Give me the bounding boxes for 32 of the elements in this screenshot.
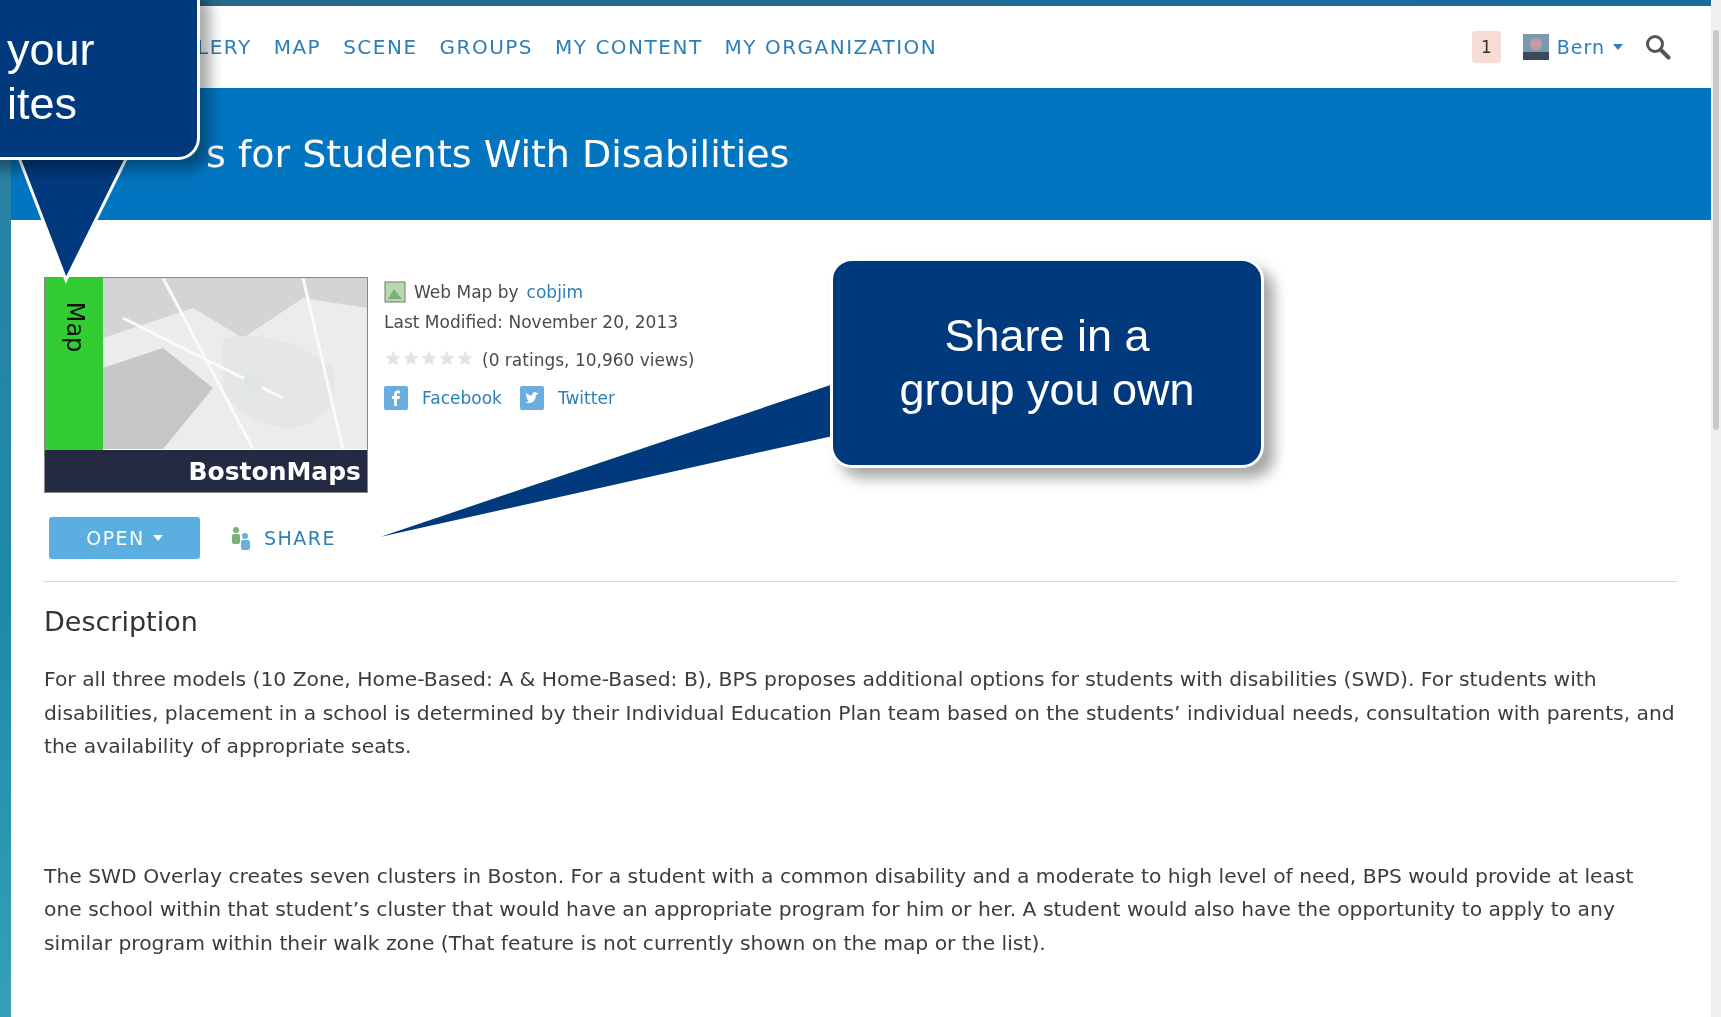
- user-menu[interactable]: Bern: [1522, 34, 1623, 60]
- owner-link[interactable]: cobjim: [526, 282, 584, 302]
- thumbnail-label: Map: [60, 301, 89, 353]
- rating-stats: (0 ratings, 10,960 views): [482, 350, 695, 370]
- modified-date: Last Modified: November 20, 2013: [384, 312, 680, 332]
- notification-badge[interactable]: 1: [1471, 31, 1501, 63]
- caret-icon: [1613, 44, 1623, 50]
- nav-link[interactable]: SCENE: [343, 35, 418, 59]
- description-paragraph: The SWD Overlay creates seven clusters in Boston. For a student with a common disability and a moderate to high level of need, BPS would provide at least one school within that student’s cluster that would have an appropriate program for him or her. A student would also have the opportunity to apply to any similar program within their walk zone (That feature is not currently shown on the map or the list).: [44, 862, 1635, 957]
- section-heading: Description: [44, 606, 199, 637]
- search-icon[interactable]: [1645, 34, 1671, 60]
- page-title: s for Students With Disabilities: [206, 132, 790, 176]
- callout-bubble: Share in a group you own: [830, 258, 1264, 468]
- nav-link[interactable]: GROUPS: [439, 35, 534, 59]
- caret-icon: [152, 535, 163, 541]
- nav-link[interactable]: MAP: [273, 35, 322, 59]
- thumbnail-caption: BostonMaps: [188, 456, 361, 486]
- share-link[interactable]: Facebook: [422, 388, 502, 408]
- description-paragraph: For all three models (10 Zone, Home-Based: A & Home-Based: B), BPS proposes additional options for students with disabilities (SWD). For students with disabilities, placement in a school is determined by their Individual Education Plan team based on the students’ individual needs, consultation with parents, and the availability of appropriate seats.: [44, 666, 1676, 760]
- share-link[interactable]: Twitter: [557, 388, 615, 408]
- people-icon: [230, 526, 252, 550]
- avatar: [1522, 34, 1549, 60]
- nav-link[interactable]: MY CONTENT: [555, 35, 703, 59]
- facebook-icon: [384, 386, 408, 410]
- item-type: Web Map by: [414, 282, 519, 302]
- scrollbar-thumb[interactable]: [1713, 30, 1719, 430]
- bird-icon: [519, 386, 544, 410]
- nav-link[interactable]: MY ORGANIZATION: [724, 35, 938, 59]
- map-icon: [384, 281, 406, 303]
- thumbnail[interactable]: Map BostonMaps: [44, 277, 368, 493]
- share-link[interactable]: SHARE: [230, 526, 337, 550]
- open-button[interactable]: OPEN: [49, 517, 200, 559]
